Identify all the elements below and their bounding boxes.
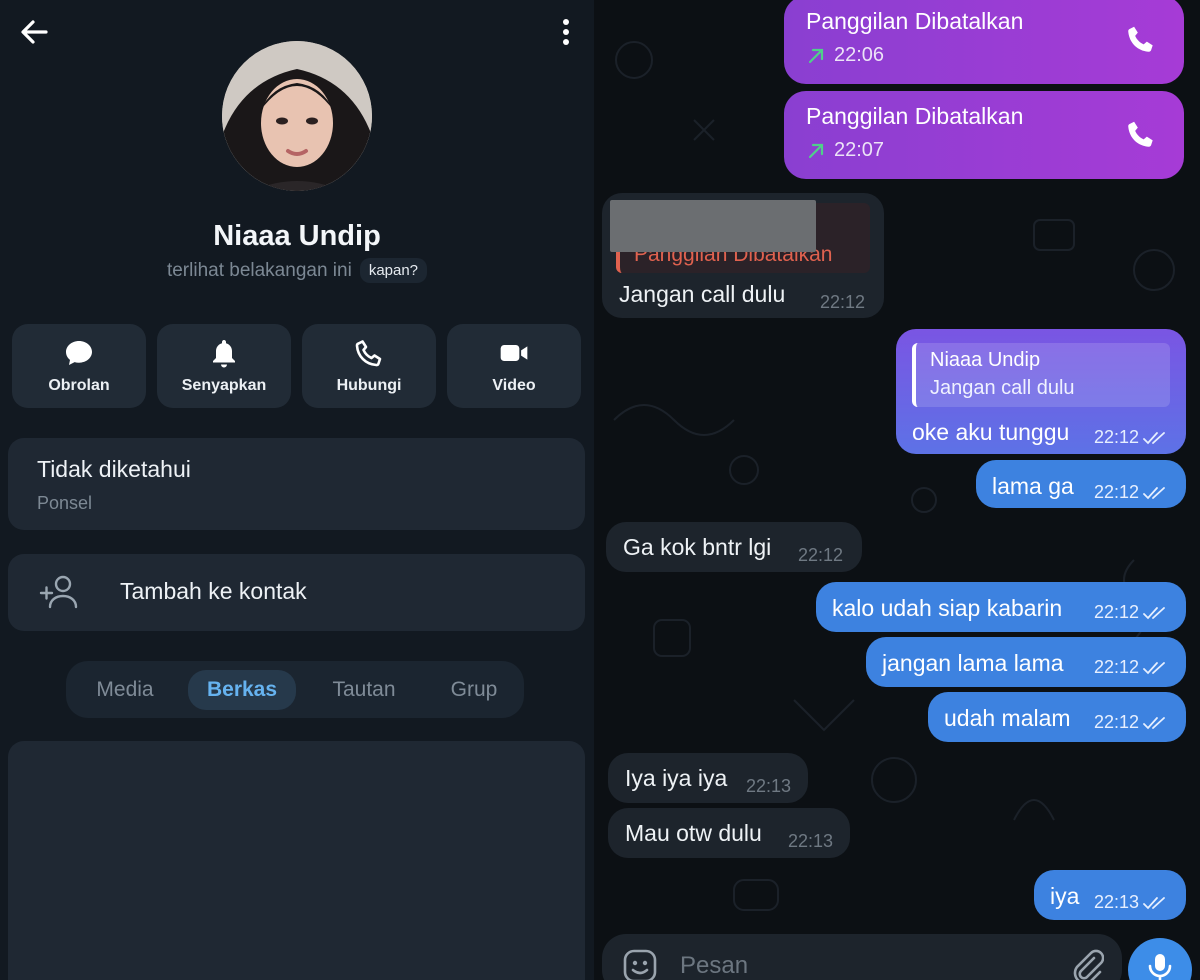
message-meta: 22:13 xyxy=(1094,892,1167,913)
action-video-label: Video xyxy=(492,377,536,394)
last-seen-row: terlihat belakangan ini kapan? xyxy=(0,258,594,283)
message-meta: 22:12 xyxy=(1094,602,1167,623)
files-list-panel xyxy=(8,741,585,980)
message-text: udah malam xyxy=(944,705,1071,731)
outgoing-message[interactable]: jangan lama lama 22:12 xyxy=(866,637,1186,687)
chat-bubble-icon xyxy=(63,337,95,369)
double-check-icon xyxy=(1143,661,1165,674)
message-text: Mau otw dulu xyxy=(625,820,762,846)
paperclip-icon[interactable] xyxy=(1068,946,1105,980)
message-text: kalo udah siap kabarin xyxy=(832,595,1063,621)
last-seen-text: terlihat belakangan ini xyxy=(166,259,352,281)
message-time: 22:12 xyxy=(1094,482,1140,502)
outgoing-arrow-icon xyxy=(808,143,824,158)
microphone-icon xyxy=(1148,954,1172,980)
video-camera-icon xyxy=(498,337,530,369)
tab-groups[interactable]: Grup xyxy=(432,670,516,710)
incoming-message[interactable]: Mau otw dulu 22:13 xyxy=(608,808,850,858)
outgoing-reply-message[interactable]: Niaaa Undip Jangan call dulu oke aku tun… xyxy=(896,329,1186,454)
message-time: 22:12 xyxy=(1094,427,1140,447)
avatar[interactable] xyxy=(222,41,372,191)
message-time: 22:12 xyxy=(1094,657,1140,677)
phone-icon xyxy=(353,337,385,369)
last-seen-chip[interactable]: kapan? xyxy=(359,258,428,283)
message-time: 22:12 xyxy=(1094,602,1140,622)
call-title: Panggilan Dibatalkan xyxy=(806,8,1024,34)
outgoing-message[interactable]: kalo udah siap kabarin 22:12 xyxy=(816,582,1186,632)
bell-icon xyxy=(208,337,240,369)
sticker-emoji-icon[interactable] xyxy=(620,946,660,980)
message-time: 22:12 xyxy=(798,545,844,565)
message-composer: Pesan xyxy=(602,934,1122,980)
call-time-row: 22:06 xyxy=(806,44,884,67)
action-call-label: Hubungi xyxy=(336,377,402,394)
reply-quote[interactable]: Niaaa Undip Jangan call dulu xyxy=(912,343,1170,407)
action-chat-button[interactable]: Obrolan xyxy=(12,324,146,408)
message-time: 22:12 xyxy=(1094,712,1140,732)
message-input[interactable]: Pesan xyxy=(680,952,748,980)
outgoing-message[interactable]: iya 22:13 xyxy=(1034,870,1186,920)
message-time: 22:13 xyxy=(788,831,834,851)
outgoing-arrow-icon xyxy=(808,48,824,63)
back-arrow-icon[interactable] xyxy=(16,14,52,50)
redaction-block xyxy=(610,200,816,252)
message-text: Jangan call dulu xyxy=(619,281,786,307)
call-title: Panggilan Dibatalkan xyxy=(806,103,1024,129)
call-time: 22:07 xyxy=(834,139,885,161)
message-time: 22:12 xyxy=(820,292,866,312)
add-contact-label: Tambah ke kontak xyxy=(120,578,307,604)
outgoing-message[interactable]: lama ga 22:12 xyxy=(976,460,1186,508)
chat-panel: Panggilan Dibatalkan 22:06 Panggilan Dib… xyxy=(594,0,1200,980)
phone-info-card[interactable]: Tidak diketahui Ponsel xyxy=(8,438,585,530)
message-meta: 22:12 xyxy=(1094,657,1167,678)
message-text: jangan lama lama xyxy=(882,650,1064,676)
double-check-icon xyxy=(1143,486,1165,499)
reply-text: Jangan call dulu xyxy=(930,377,1075,399)
action-mute-button[interactable]: Senyapkan xyxy=(157,324,291,408)
phone-value: Tidak diketahui xyxy=(37,456,191,482)
profile-panel: Niaaa Undip terlihat belakangan ini kapa… xyxy=(0,0,594,980)
message-meta: 22:12 xyxy=(1094,427,1167,448)
tab-links[interactable]: Tautan xyxy=(314,670,414,710)
double-check-icon xyxy=(1143,716,1165,729)
double-check-icon xyxy=(1143,896,1165,909)
message-text: iya xyxy=(1050,883,1080,909)
message-text: Iya iya iya xyxy=(625,765,728,791)
message-meta: 22:12 xyxy=(1094,712,1167,733)
shared-media-tabs: Media Berkas Tautan Grup xyxy=(66,661,524,718)
tab-media[interactable]: Media xyxy=(78,670,172,710)
message-text: lama ga xyxy=(992,473,1074,499)
add-contact-button[interactable]: Tambah ke kontak xyxy=(8,554,585,631)
incoming-message[interactable]: Ga kok bntr lgi 22:12 xyxy=(606,522,862,572)
add-person-icon xyxy=(38,572,80,612)
call-time: 22:06 xyxy=(834,44,885,66)
message-text: oke aku tunggu xyxy=(912,419,1070,445)
profile-name: Niaaa Undip xyxy=(213,220,381,252)
reply-author: Niaaa Undip xyxy=(930,349,1041,371)
action-chat-label: Obrolan xyxy=(48,377,110,394)
call-time-row: 22:07 xyxy=(806,139,884,162)
outgoing-message[interactable]: udah malam 22:12 xyxy=(928,692,1186,742)
call-cancelled-bubble[interactable]: Panggilan Dibatalkan 22:07 xyxy=(784,91,1184,179)
message-time: 22:13 xyxy=(1094,892,1140,912)
action-video-button[interactable]: Video xyxy=(447,324,581,408)
double-check-icon xyxy=(1143,431,1165,444)
phone-icon[interactable] xyxy=(1124,22,1158,56)
double-check-icon xyxy=(1143,606,1165,619)
message-meta: 22:12 xyxy=(1094,482,1167,503)
message-time: 22:13 xyxy=(746,776,792,796)
incoming-message[interactable]: Iya iya iya 22:13 xyxy=(608,753,808,803)
action-mute-label: Senyapkan xyxy=(181,377,267,394)
tab-files[interactable]: Berkas xyxy=(188,670,296,710)
phone-icon[interactable] xyxy=(1124,117,1158,151)
call-cancelled-bubble[interactable]: Panggilan Dibatalkan 22:06 xyxy=(784,0,1184,84)
phone-label: Ponsel xyxy=(37,493,93,513)
more-vertical-icon[interactable] xyxy=(552,14,580,50)
message-text: Ga kok bntr lgi xyxy=(623,534,772,560)
action-call-button[interactable]: Hubungi xyxy=(302,324,436,408)
